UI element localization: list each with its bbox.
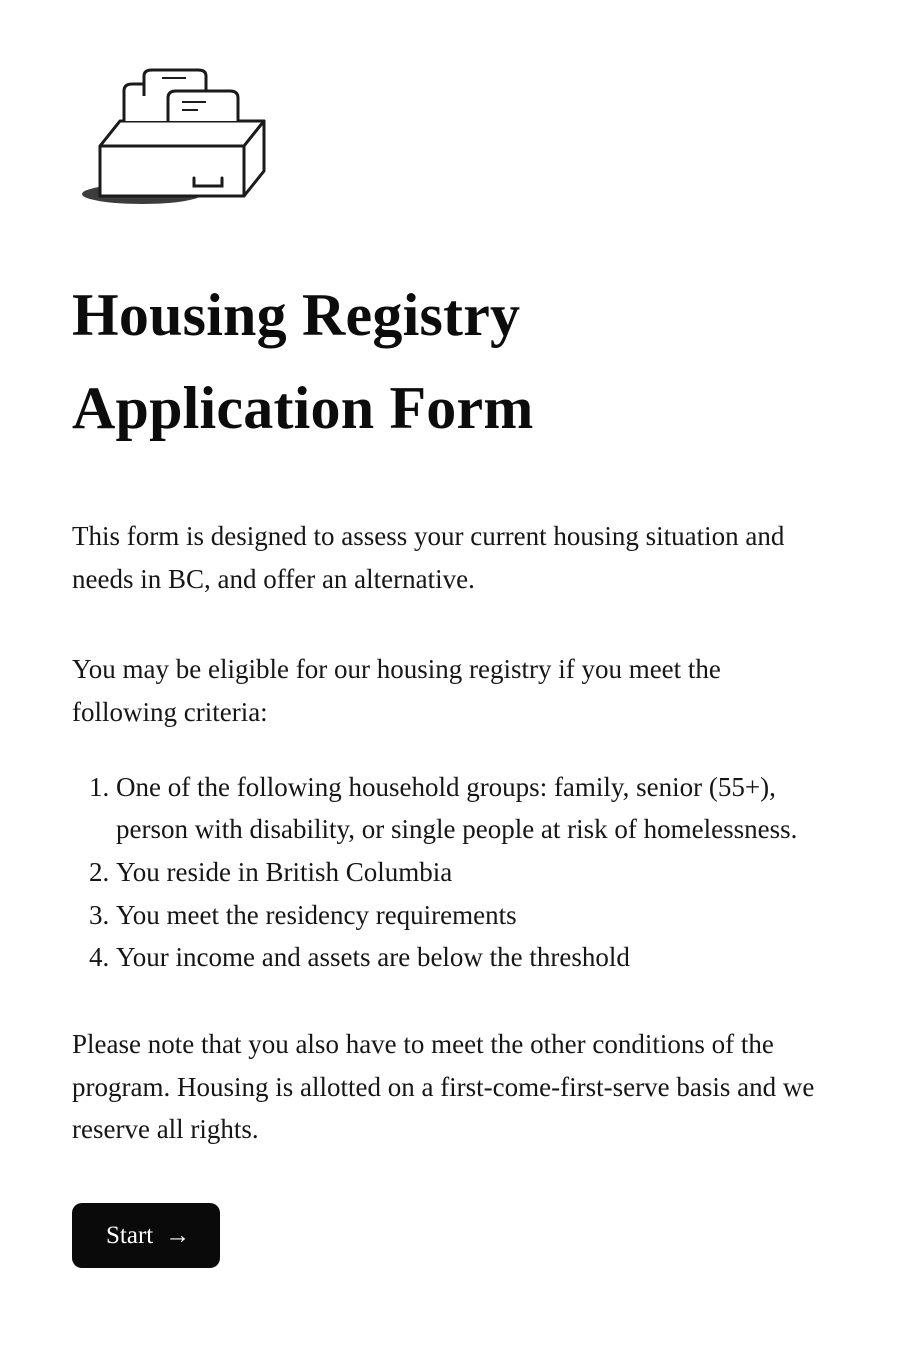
criteria-item: Your income and assets are below the thr…: [116, 936, 828, 979]
criteria-item: You reside in British Columbia: [116, 851, 828, 894]
start-button[interactable]: Start →: [72, 1203, 220, 1268]
criteria-item: One of the following household groups: f…: [116, 766, 828, 851]
file-drawer-icon: [72, 66, 828, 221]
start-button-label: Start: [106, 1223, 153, 1248]
eligibility-lead: You may be eligible for our housing regi…: [72, 648, 828, 733]
criteria-list: One of the following household groups: f…: [72, 766, 828, 979]
arrow-right-icon: →: [165, 1223, 190, 1248]
note-text: Please note that you also have to meet t…: [72, 1023, 828, 1151]
page-title: Housing Registry Application Form: [72, 269, 828, 455]
intro-text: This form is designed to assess your cur…: [72, 515, 828, 600]
criteria-item: You meet the residency requirements: [116, 894, 828, 937]
